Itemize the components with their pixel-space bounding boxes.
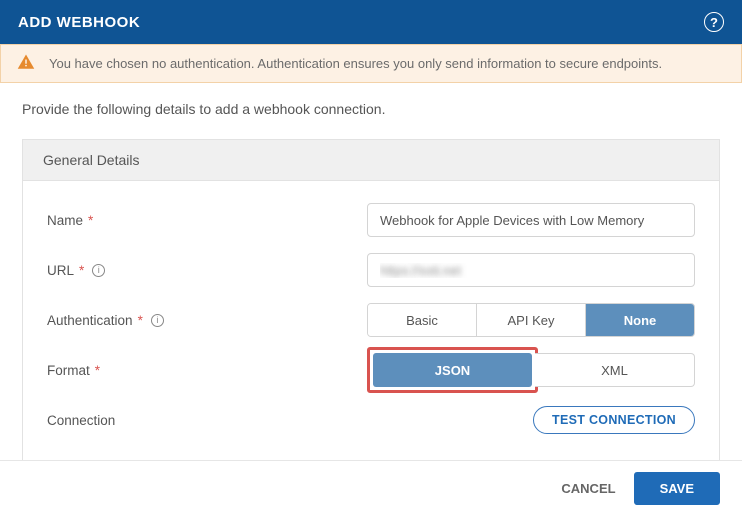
dialog-header: ADD WEBHOOK ? (0, 0, 742, 44)
intro-text: Provide the following details to add a w… (22, 101, 720, 117)
content-area: Provide the following details to add a w… (0, 83, 742, 464)
format-option-xml[interactable]: XML (535, 353, 695, 387)
info-icon[interactable]: i (92, 264, 105, 277)
url-input[interactable] (367, 253, 695, 287)
format-option-json[interactable]: JSON (373, 353, 532, 387)
auth-option-basic[interactable]: Basic (368, 304, 477, 336)
save-button[interactable]: SAVE (634, 472, 720, 505)
warning-text: You have chosen no authentication. Authe… (49, 56, 662, 71)
test-connection-button[interactable]: TEST CONNECTION (533, 406, 695, 434)
auth-option-none[interactable]: None (586, 304, 694, 336)
info-icon[interactable]: i (151, 314, 164, 327)
warning-banner: You have chosen no authentication. Authe… (0, 44, 742, 83)
warning-icon (17, 53, 35, 74)
row-name: Name* (47, 195, 695, 245)
name-input[interactable] (367, 203, 695, 237)
name-label: Name* (47, 213, 367, 228)
format-label: Format* (47, 363, 367, 378)
dialog-title: ADD WEBHOOK (18, 14, 140, 31)
connection-label: Connection (47, 413, 367, 428)
row-format: Format* JSON XML (47, 345, 695, 395)
general-details-panel: General Details Name* URL* i (22, 139, 720, 464)
auth-label: Authentication* i (47, 313, 367, 328)
row-connection: Connection TEST CONNECTION (47, 395, 695, 445)
help-icon[interactable]: ? (704, 12, 724, 32)
auth-segmented: Basic API Key None (367, 303, 695, 337)
row-url: URL* i (47, 245, 695, 295)
row-authentication: Authentication* i Basic API Key None (47, 295, 695, 345)
dialog-footer: CANCEL SAVE (0, 460, 742, 516)
panel-title: General Details (23, 140, 719, 181)
format-json-highlight: JSON (367, 347, 538, 393)
auth-option-apikey[interactable]: API Key (477, 304, 586, 336)
cancel-button[interactable]: CANCEL (561, 481, 615, 496)
url-label: URL* i (47, 263, 367, 278)
